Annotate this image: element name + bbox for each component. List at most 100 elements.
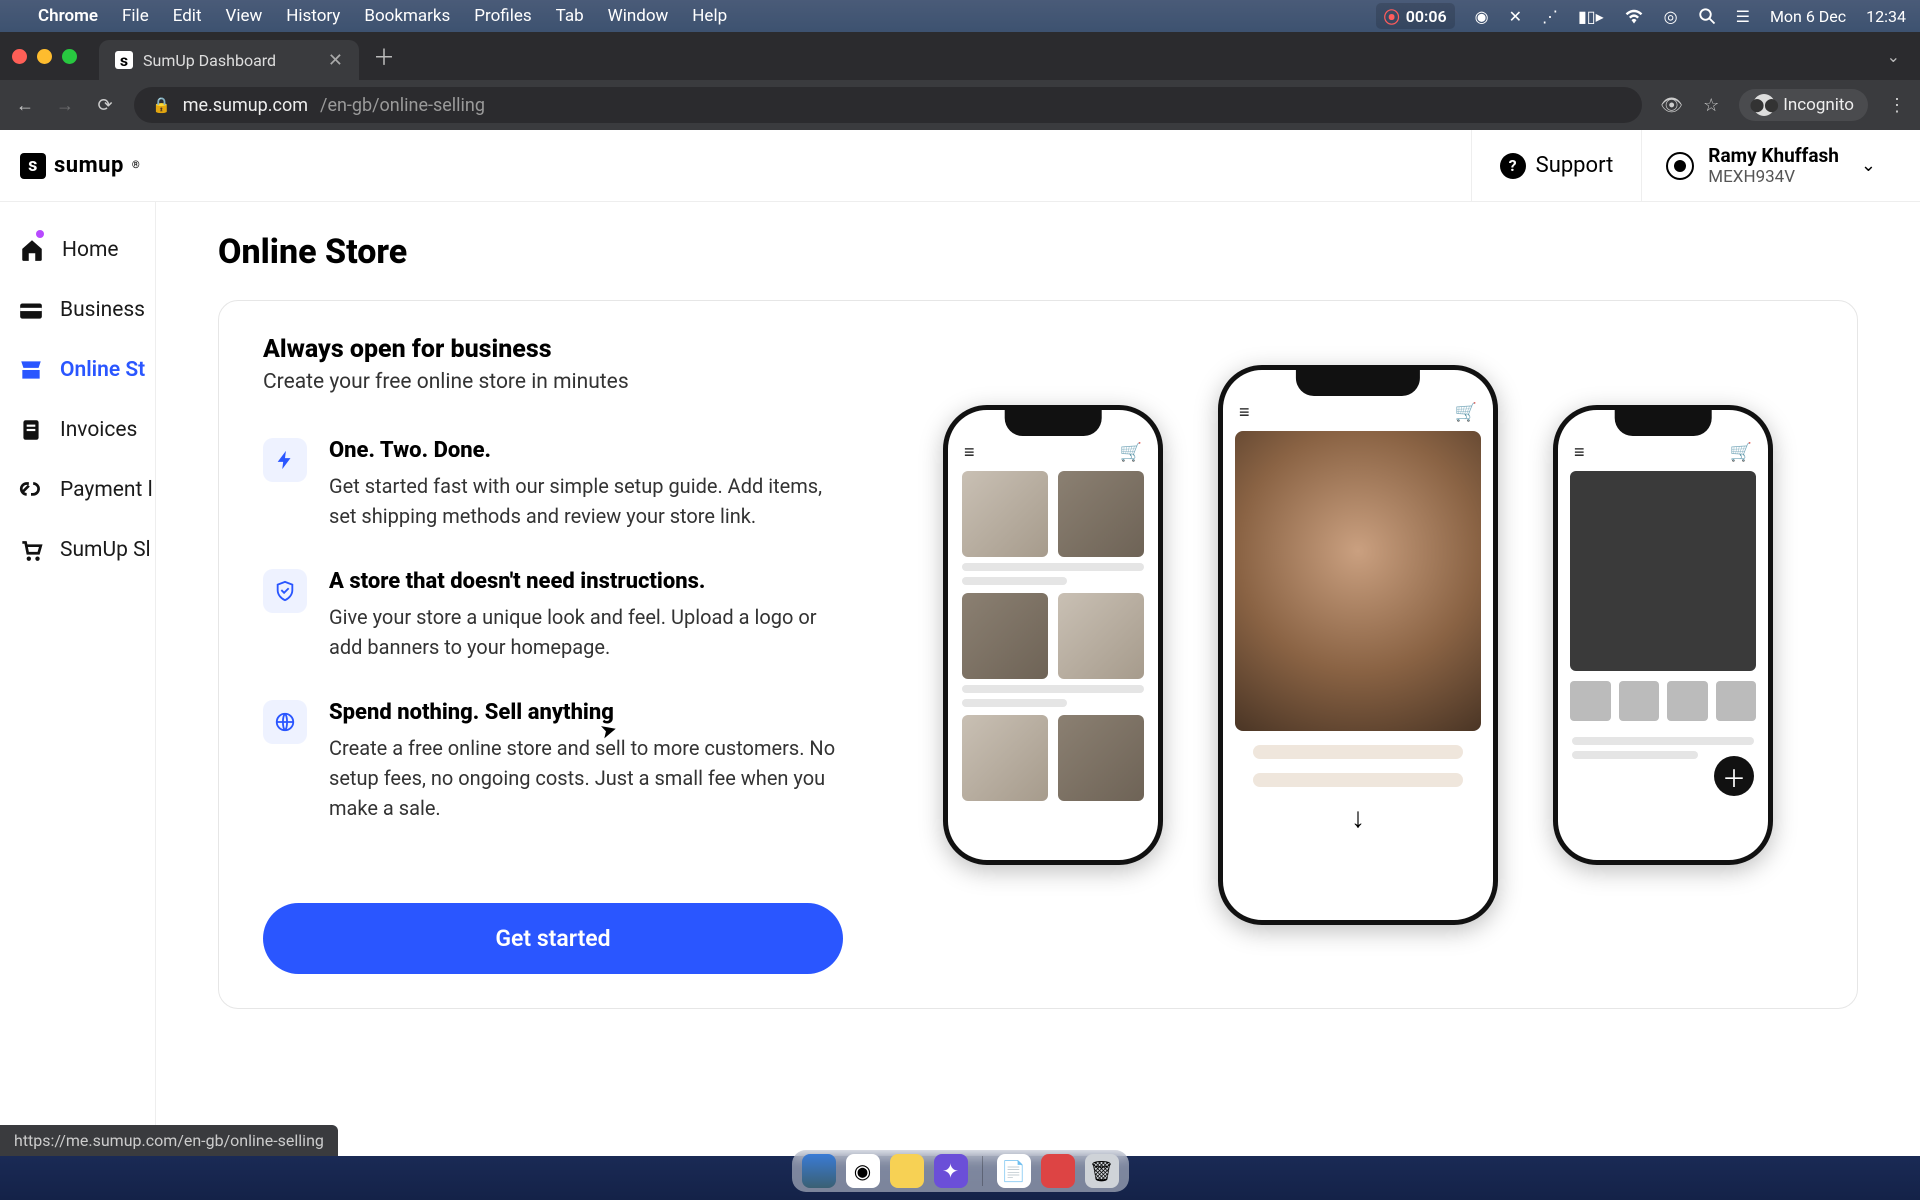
avatar-icon: [1666, 152, 1694, 180]
menu-view[interactable]: View: [226, 6, 263, 26]
dock-finder-icon[interactable]: [802, 1154, 836, 1188]
account-name: Ramy Khuffash: [1708, 144, 1839, 167]
cart-icon: 🛒: [1455, 402, 1477, 423]
hamburger-icon: ≡: [964, 442, 975, 463]
globe-icon: [263, 700, 307, 744]
spotlight-icon[interactable]: [1698, 7, 1716, 25]
dock-app-icon[interactable]: [1041, 1154, 1075, 1188]
tabs-dropdown-icon[interactable]: ⌄: [1887, 47, 1900, 66]
feature-desc: Get started fast with our simple setup g…: [329, 471, 849, 531]
reload-button[interactable]: ⟳: [94, 95, 116, 116]
browser-tab[interactable]: s SumUp Dashboard ✕: [99, 40, 359, 80]
notification-dot-icon: [36, 230, 44, 238]
dock-app-icon[interactable]: [890, 1154, 924, 1188]
menubar-time[interactable]: 12:34: [1866, 7, 1906, 26]
help-icon: ?: [1500, 153, 1526, 179]
get-started-button[interactable]: Get started: [263, 903, 843, 974]
menubar-app-name[interactable]: Chrome: [38, 6, 98, 26]
feature-item: One. Two. Done. Get started fast with ou…: [263, 438, 863, 531]
status-bar-link: https://me.sumup.com/en-gb/online-sellin…: [0, 1125, 338, 1156]
minimize-window-button[interactable]: [37, 49, 52, 64]
account-code: MEXH934V: [1708, 167, 1839, 187]
dock-app-icon[interactable]: ✦: [934, 1154, 968, 1188]
sidebar-item-online-store[interactable]: Online St: [0, 340, 155, 400]
sidebar-item-home[interactable]: Home: [0, 220, 155, 280]
menubar-status-icon[interactable]: ✕: [1509, 7, 1522, 26]
sidebar-item-sumup-shop[interactable]: SumUp Sl: [0, 520, 155, 580]
maximize-window-button[interactable]: [62, 49, 77, 64]
battery-icon[interactable]: ▮▯▸: [1578, 7, 1604, 26]
phone-mock-left: ≡🛒: [943, 405, 1163, 865]
screen-record-indicator[interactable]: ⦿00:06: [1376, 3, 1455, 29]
sidebar-label: Home: [62, 238, 119, 262]
menubar-status-icon[interactable]: ◎: [1664, 7, 1678, 26]
store-icon: [18, 356, 44, 384]
bolt-icon: [263, 438, 307, 482]
tab-close-icon[interactable]: ✕: [328, 50, 343, 71]
phones-illustration: ≡🛒 ≡🛒 ＋: [903, 335, 1813, 974]
bookmark-star-icon[interactable]: ☆: [1703, 95, 1719, 116]
link-icon: [18, 476, 44, 504]
arrow-down-icon: ↓: [1223, 801, 1493, 834]
close-window-button[interactable]: [12, 49, 27, 64]
forward-button[interactable]: →: [54, 95, 76, 116]
menu-help[interactable]: Help: [692, 6, 727, 26]
hamburger-icon: ≡: [1574, 442, 1585, 463]
sidebar-item-payment-links[interactable]: Payment l: [0, 460, 155, 520]
url-path: /en-gb/online-selling: [320, 95, 485, 116]
incognito-icon: ⬤⬤: [1753, 94, 1775, 116]
sidebar-item-business[interactable]: Business: [0, 280, 155, 340]
menu-file[interactable]: File: [122, 6, 149, 26]
menu-edit[interactable]: Edit: [173, 6, 202, 26]
feature-item: Spend nothing. Sell anything Create a fr…: [263, 700, 863, 823]
sumup-logo[interactable]: s sumup®: [20, 153, 140, 179]
menu-bookmarks[interactable]: Bookmarks: [364, 6, 450, 26]
menubar-status-icon[interactable]: ⋰: [1542, 7, 1558, 26]
support-label: Support: [1536, 153, 1614, 178]
eye-off-icon[interactable]: 👁︎: [1660, 95, 1683, 116]
tab-title: SumUp Dashboard: [143, 51, 276, 70]
incognito-badge[interactable]: ⬤⬤ Incognito: [1739, 89, 1868, 121]
menubar-date[interactable]: Mon 6 Dec: [1770, 7, 1846, 26]
tab-favicon: s: [115, 51, 133, 69]
menu-tab[interactable]: Tab: [556, 6, 584, 26]
page-title: Online Store: [218, 232, 1858, 272]
feature-title: One. Two. Done.: [329, 438, 849, 463]
dock-chrome-icon[interactable]: ◉: [846, 1154, 880, 1188]
dock-separator: [982, 1156, 983, 1186]
support-link[interactable]: ? Support: [1471, 130, 1642, 201]
logo-text: sumup: [54, 153, 124, 178]
home-icon: [18, 236, 46, 264]
invoice-icon: [18, 416, 44, 444]
back-button[interactable]: ←: [14, 95, 36, 116]
cart-icon: 🛒: [1120, 442, 1142, 463]
menubar-status-icon[interactable]: ◉: [1475, 7, 1489, 26]
url-input[interactable]: 🔒 me.sumup.com/en-gb/online-selling: [134, 87, 1642, 123]
incognito-label: Incognito: [1783, 95, 1854, 115]
cart-icon: 🛒: [1730, 442, 1752, 463]
menu-profiles[interactable]: Profiles: [474, 6, 531, 26]
account-menu[interactable]: Ramy Khuffash MEXH934V ⌄: [1641, 130, 1900, 201]
menu-window[interactable]: Window: [608, 6, 669, 26]
new-tab-button[interactable]: ＋: [373, 40, 395, 72]
onboarding-card: Always open for business Create your fre…: [218, 300, 1858, 1009]
feature-desc: Give your store a unique look and feel. …: [329, 602, 849, 662]
sidebar-label: Business: [60, 298, 145, 322]
dock-doc-icon[interactable]: 📄: [997, 1154, 1031, 1188]
dock-area: ◉ ✦ 📄 🗑: [0, 1156, 1920, 1200]
hamburger-icon: ≡: [1239, 402, 1250, 423]
control-center-icon[interactable]: ☰: [1736, 7, 1750, 26]
sidebar-label: Online St: [60, 358, 145, 382]
address-bar: ← → ⟳ 🔒 me.sumup.com/en-gb/online-sellin…: [0, 80, 1920, 130]
plus-fab-icon: ＋: [1714, 756, 1754, 796]
sidebar-item-invoices[interactable]: Invoices: [0, 400, 155, 460]
phone-mock-right: ≡ 🛒 ＋: [1553, 405, 1773, 865]
menu-history[interactable]: History: [286, 6, 340, 26]
sidebar: Home Business Online St Invoices Payment…: [0, 202, 156, 1156]
dock-trash-icon[interactable]: 🗑: [1085, 1154, 1119, 1188]
feature-title: Spend nothing. Sell anything: [329, 700, 849, 725]
phone-mock-center: ≡ 🛒 ↓: [1218, 365, 1498, 925]
rec-time: 00:06: [1406, 7, 1447, 26]
chrome-menu-icon[interactable]: ⋮: [1888, 95, 1906, 116]
wifi-icon[interactable]: [1624, 8, 1644, 24]
